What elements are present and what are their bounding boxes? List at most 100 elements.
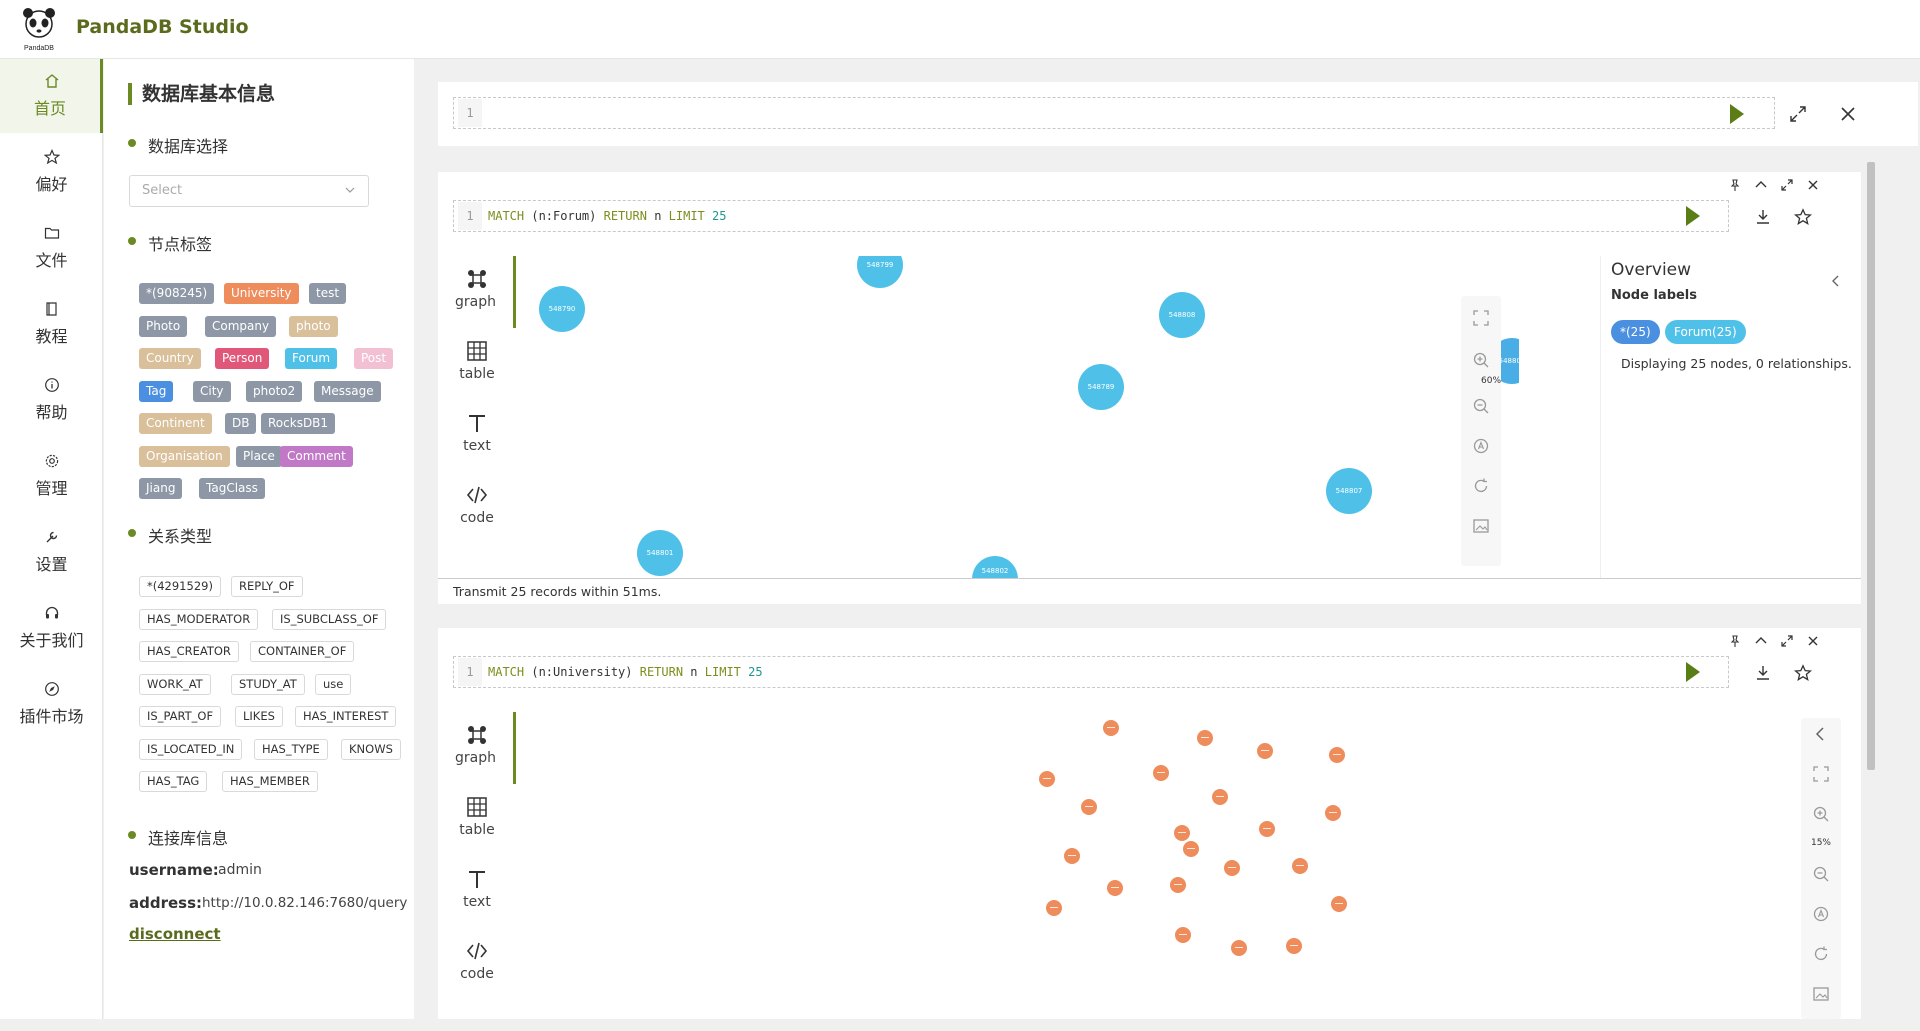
- graph-canvas[interactable]: 548790 548799 548808 548789 548807 54880…: [519, 256, 1519, 578]
- nav-item-plugins[interactable]: 插件市场: [0, 667, 103, 741]
- disconnect-link[interactable]: disconnect: [129, 925, 221, 943]
- graph-node[interactable]: 548807: [1326, 468, 1372, 514]
- graph-node[interactable]: [1212, 789, 1228, 805]
- graph-node[interactable]: 548790: [539, 286, 585, 332]
- export-image-icon[interactable]: [1471, 516, 1491, 536]
- graph-node[interactable]: [1286, 938, 1302, 954]
- tab-graph[interactable]: graph: [438, 256, 516, 328]
- fullscreen-icon[interactable]: [1780, 634, 1794, 648]
- relationship-type-tag[interactable]: *(4291529): [139, 576, 221, 597]
- graph-node[interactable]: 548789: [1078, 364, 1124, 410]
- node-label-tag[interactable]: Continent: [139, 413, 212, 434]
- relationship-type-tag[interactable]: HAS_TYPE: [254, 738, 328, 760]
- graph-node[interactable]: [1224, 860, 1240, 876]
- close-icon[interactable]: [1838, 104, 1858, 124]
- database-select[interactable]: Select: [129, 175, 369, 207]
- pin-icon[interactable]: [1728, 634, 1742, 648]
- graph-node[interactable]: 548808: [1159, 292, 1205, 338]
- fit-screen-icon[interactable]: [1811, 764, 1831, 784]
- node-label-tag[interactable]: Company: [205, 315, 277, 337]
- relationship-type-tag[interactable]: LIKES: [235, 706, 283, 727]
- tab-code[interactable]: code: [438, 472, 516, 544]
- expand-icon[interactable]: [1788, 104, 1808, 124]
- graph-node[interactable]: [1064, 848, 1080, 864]
- graph-node[interactable]: [1103, 720, 1119, 736]
- collapse-panel-icon[interactable]: [1829, 274, 1843, 288]
- relationship-type-tag[interactable]: IS_SUBCLASS_OF: [272, 608, 387, 630]
- node-label-tag[interactable]: RocksDB1: [261, 413, 336, 434]
- tab-text[interactable]: text: [438, 400, 516, 472]
- graph-node[interactable]: [1153, 765, 1169, 781]
- graph-node[interactable]: [1292, 858, 1308, 874]
- rerun-query-button[interactable]: [1686, 206, 1700, 226]
- node-label-tag[interactable]: DB: [225, 413, 257, 434]
- scrollbar-thumb[interactable]: [1867, 162, 1875, 770]
- tab-table[interactable]: table: [438, 328, 516, 400]
- fit-screen-icon[interactable]: [1471, 308, 1491, 328]
- node-label-tag[interactable]: *(908245): [139, 283, 215, 304]
- node-label-tag[interactable]: University: [224, 283, 299, 304]
- fullscreen-icon[interactable]: [1780, 178, 1794, 192]
- node-label-tag[interactable]: Tag: [139, 380, 174, 402]
- collapse-panel-icon[interactable]: [1811, 724, 1831, 744]
- pin-icon[interactable]: [1728, 178, 1742, 192]
- tab-table[interactable]: table: [438, 784, 516, 856]
- relationship-type-tag[interactable]: WORK_AT: [139, 673, 211, 695]
- relationship-type-tag[interactable]: use: [315, 673, 352, 695]
- relationship-type-tag[interactable]: HAS_INTEREST: [295, 706, 397, 727]
- node-label-tag[interactable]: Person: [215, 348, 270, 369]
- relationship-type-tag[interactable]: HAS_TAG: [139, 771, 208, 792]
- graph-node[interactable]: [1259, 821, 1275, 837]
- zoom-in-icon[interactable]: [1471, 350, 1491, 370]
- favorite-star-icon[interactable]: [1794, 208, 1812, 226]
- overview-tag-forum[interactable]: Forum(25): [1665, 320, 1746, 344]
- download-icon[interactable]: [1754, 664, 1772, 682]
- download-icon[interactable]: [1754, 208, 1772, 226]
- relationship-type-tag[interactable]: IS_LOCATED_IN: [139, 738, 243, 760]
- graph-node[interactable]: [1329, 747, 1345, 763]
- rerun-query-button[interactable]: [1686, 662, 1700, 682]
- result-query-editor[interactable]: 1 MATCH (n:University) RETURN n LIMIT 25: [453, 656, 1729, 688]
- zoom-in-icon[interactable]: [1811, 804, 1831, 824]
- tab-text[interactable]: text: [438, 856, 516, 928]
- graph-node[interactable]: [1170, 877, 1186, 893]
- graph-node[interactable]: [1231, 940, 1247, 956]
- favorite-star-icon[interactable]: [1794, 664, 1812, 682]
- graph-node[interactable]: [1183, 841, 1199, 857]
- graph-node[interactable]: 548802: [972, 556, 1018, 578]
- graph-node[interactable]: 548801: [637, 530, 683, 576]
- close-result-icon[interactable]: [1806, 178, 1820, 192]
- node-label-tag[interactable]: Jiang: [139, 478, 183, 499]
- nav-item-help[interactable]: 帮助: [0, 363, 103, 437]
- graph-node[interactable]: [1257, 743, 1273, 759]
- node-label-tag[interactable]: Place: [236, 445, 282, 467]
- node-label-tag[interactable]: Country: [139, 348, 201, 369]
- graph-node[interactable]: [1107, 880, 1123, 896]
- node-label-tag[interactable]: test: [309, 283, 347, 304]
- graph-node[interactable]: [1197, 730, 1213, 746]
- relationship-type-tag[interactable]: REPLY_OF: [231, 576, 303, 597]
- label-toggle-icon[interactable]: [1471, 436, 1491, 456]
- relationship-type-tag[interactable]: CONTAINER_OF: [250, 641, 355, 662]
- refresh-icon[interactable]: [1811, 944, 1831, 964]
- node-label-tag[interactable]: City: [193, 380, 231, 402]
- graph-node[interactable]: [1046, 900, 1062, 916]
- main-scrollbar[interactable]: [1864, 152, 1878, 1007]
- graph-node[interactable]: [1039, 771, 1055, 787]
- graph-node[interactable]: [1331, 896, 1347, 912]
- relationship-type-tag[interactable]: IS_PART_OF: [139, 706, 222, 727]
- node-label-tag[interactable]: Organisation: [139, 445, 230, 467]
- graph-node[interactable]: [1174, 825, 1190, 841]
- node-label-tag[interactable]: TagClass: [199, 478, 265, 499]
- graph-canvas[interactable]: 15%: [519, 712, 1861, 1019]
- run-query-button[interactable]: [1730, 104, 1744, 124]
- node-label-tag[interactable]: photo2: [246, 380, 303, 402]
- relationship-type-tag[interactable]: HAS_MODERATOR: [139, 608, 259, 630]
- node-label-tag[interactable]: Message: [314, 380, 381, 402]
- node-label-tag[interactable]: Photo: [139, 315, 188, 337]
- nav-item-tutorial[interactable]: 教程: [0, 287, 103, 361]
- export-image-icon[interactable]: [1811, 984, 1831, 1004]
- graph-node[interactable]: [1325, 805, 1341, 821]
- relationship-type-tag[interactable]: STUDY_AT: [231, 673, 305, 695]
- close-result-icon[interactable]: [1806, 634, 1820, 648]
